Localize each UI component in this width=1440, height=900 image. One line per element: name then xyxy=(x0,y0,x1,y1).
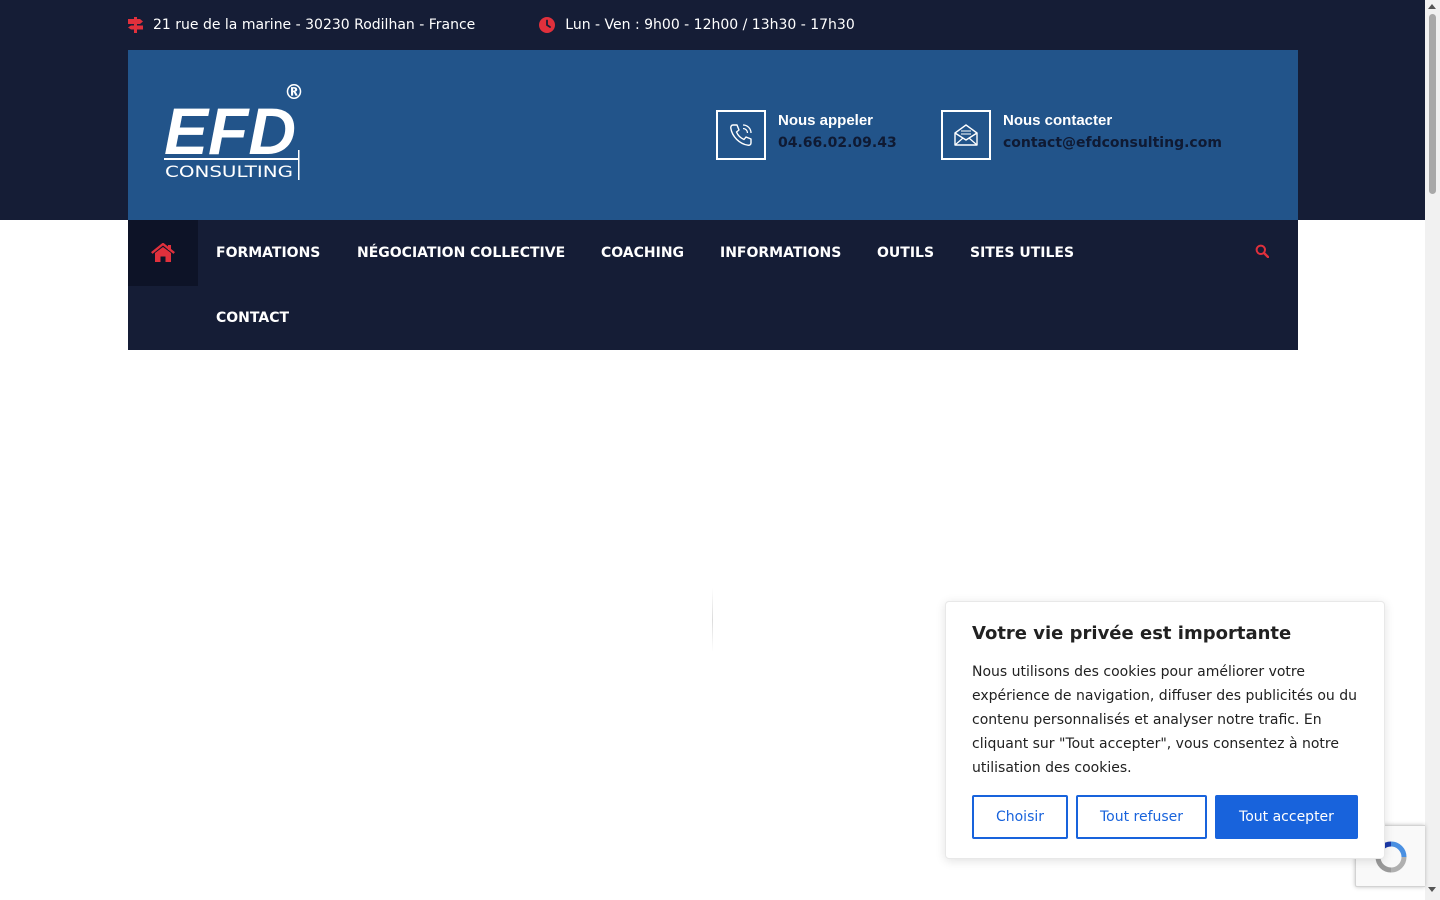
contact-block[interactable]: Nous contacter contact@efdconsulting.com xyxy=(941,110,1222,160)
cookie-title: Votre vie privée est importante xyxy=(972,623,1292,644)
envelope-icon xyxy=(954,124,978,146)
nav-item-contact[interactable]: CONTACT xyxy=(216,308,289,328)
nav-home-button[interactable] xyxy=(128,220,198,286)
signpost-icon xyxy=(128,17,143,33)
nav-item-coaching[interactable]: COACHING xyxy=(601,243,684,263)
nav-item-sites-utiles[interactable]: SITES UTILES xyxy=(970,243,1074,263)
contact-icon-box xyxy=(941,110,991,160)
address-text: 21 rue de la marine - 30230 Rodilhan - F… xyxy=(153,17,476,33)
logo-sub-text: CONSULTING xyxy=(165,162,293,181)
logo-main-text: EFD xyxy=(164,94,296,168)
scrollbar-thumb[interactable] xyxy=(1429,14,1436,194)
phone-number-link[interactable]: 04.66.02.09.43 xyxy=(778,134,897,152)
email-link[interactable]: contact@efdconsulting.com xyxy=(1003,134,1222,152)
page-loader xyxy=(712,588,713,652)
contact-title: Nous contacter xyxy=(1003,112,1113,129)
home-icon xyxy=(151,243,175,262)
choose-button[interactable]: Choisir xyxy=(972,795,1068,839)
nav-item-formations[interactable]: FORMATIONS xyxy=(216,243,320,263)
top-info-bar: 21 rue de la marine - 30230 Rodilhan - F… xyxy=(128,0,855,50)
reject-all-button[interactable]: Tout refuser xyxy=(1076,795,1207,839)
cookie-consent-banner: Votre vie privée est importante Nous uti… xyxy=(945,601,1385,859)
cookie-buttons: Choisir Tout refuser Tout accepter xyxy=(972,795,1358,839)
call-block[interactable]: Nous appeler 04.66.02.09.43 xyxy=(716,110,897,160)
hours-text: Lun - Ven : 9h00 - 12h00 / 13h30 - 17h30 xyxy=(565,17,855,33)
logo-registered-mark: ® xyxy=(284,80,304,104)
search-icon[interactable] xyxy=(1255,244,1269,258)
cookie-description: Nous utilisons des cookies pour améliore… xyxy=(972,664,1357,776)
call-icon-box xyxy=(716,110,766,160)
clock-icon xyxy=(539,17,556,33)
accept-all-button[interactable]: Tout accepter xyxy=(1215,795,1358,839)
call-text: Nous appeler 04.66.02.09.43 xyxy=(778,112,897,152)
main-nav: FORMATIONS NÉGOCIATION COLLECTIVE COACHI… xyxy=(128,220,1298,350)
address-info: 21 rue de la marine - 30230 Rodilhan - F… xyxy=(128,17,475,33)
nav-item-negociation-collective[interactable]: NÉGOCIATION COLLECTIVE xyxy=(357,243,565,263)
efd-consulting-logo[interactable]: EFD CONSULTING ® xyxy=(160,80,308,184)
scroll-down-arrow-icon[interactable] xyxy=(1428,887,1436,892)
nav-item-informations[interactable]: INFORMATIONS xyxy=(720,243,841,263)
scroll-up-arrow-icon[interactable] xyxy=(1428,4,1436,9)
site-header: EFD CONSULTING ® Nous appeler 04.66.02.0… xyxy=(128,50,1298,220)
call-title: Nous appeler xyxy=(778,112,874,129)
phone-icon xyxy=(730,124,752,146)
contact-text: Nous contacter contact@efdconsulting.com xyxy=(1003,112,1222,152)
hours-info: Lun - Ven : 9h00 - 12h00 / 13h30 - 17h30 xyxy=(539,17,855,33)
nav-item-outils[interactable]: OUTILS xyxy=(877,243,934,263)
page-scrollbar[interactable] xyxy=(1425,0,1440,900)
